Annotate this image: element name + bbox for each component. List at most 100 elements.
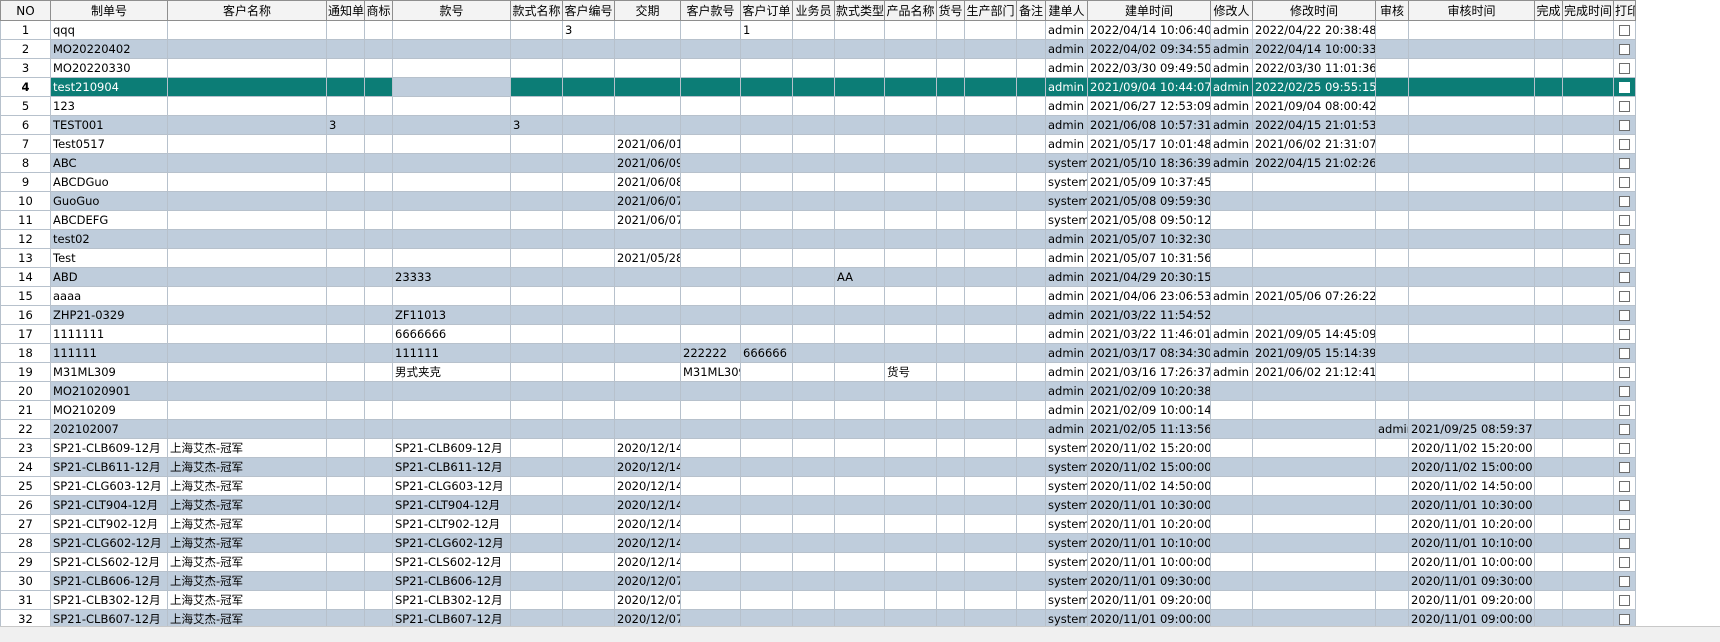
cell-notice[interactable]	[326, 248, 365, 268]
cell-product-name[interactable]	[884, 381, 937, 401]
cell-remark[interactable]	[1016, 191, 1046, 211]
cell-style-name[interactable]	[510, 77, 563, 97]
cell-customer-style-no[interactable]	[680, 210, 741, 230]
cell-completed-time[interactable]	[1562, 438, 1614, 458]
cell-due-date[interactable]	[614, 96, 681, 116]
cell-customer-code[interactable]	[562, 419, 615, 439]
cell-completed[interactable]	[1534, 229, 1563, 249]
cell-order-no[interactable]: ABCDGuo	[50, 172, 168, 192]
cell-completed-time[interactable]	[1562, 552, 1614, 572]
cell-remark[interactable]	[1016, 609, 1046, 626]
cell-reviewed-time[interactable]: 2020/11/01 10:20:00	[1408, 514, 1535, 534]
print-checkbox[interactable]	[1619, 500, 1630, 511]
cell-item-no[interactable]	[936, 533, 965, 553]
cell-customer-code[interactable]	[562, 229, 615, 249]
cell-brand[interactable]	[364, 324, 393, 344]
cell-completed[interactable]	[1534, 20, 1563, 40]
cell-completed-time[interactable]	[1562, 267, 1614, 287]
cell-production-dept[interactable]	[964, 229, 1017, 249]
cell-due-date[interactable]	[614, 267, 681, 287]
cell-notice[interactable]: 3	[326, 115, 365, 135]
cell-remark[interactable]	[1016, 457, 1046, 477]
cell-product-name[interactable]	[884, 305, 937, 325]
cell-style-type[interactable]	[834, 457, 885, 477]
cell-style-name[interactable]	[510, 134, 563, 154]
cell-product-name[interactable]	[884, 20, 937, 40]
cell-brand[interactable]	[364, 381, 393, 401]
cell-due-date[interactable]	[614, 400, 681, 420]
cell-customer-order[interactable]	[740, 39, 793, 59]
cell-completed-time[interactable]	[1562, 305, 1614, 325]
cell-style-name[interactable]	[510, 400, 563, 420]
cell-created-time[interactable]: 2021/04/06 23:06:53	[1087, 286, 1211, 306]
cell-brand[interactable]	[364, 514, 393, 534]
cell-customer-order[interactable]: 1	[740, 20, 793, 40]
cell-customer-style-no[interactable]	[680, 590, 741, 610]
cell-customer-order[interactable]	[740, 115, 793, 135]
cell-customer-order[interactable]	[740, 134, 793, 154]
column-header-style-no[interactable]: 款号	[392, 0, 511, 21]
cell-notice[interactable]	[326, 476, 365, 496]
row-number[interactable]: 28	[0, 533, 51, 553]
cell-customer-order[interactable]	[740, 533, 793, 553]
cell-style-no[interactable]: 男式夹克	[392, 362, 511, 382]
cell-modifier[interactable]	[1210, 457, 1253, 477]
table-row[interactable]: 26 SP21-CLT904-12月 上海艾杰-冠军 SP21-CLT904-12月 2…	[0, 495, 1636, 515]
cell-item-no[interactable]	[936, 400, 965, 420]
cell-due-date[interactable]: 2021/06/01	[614, 134, 681, 154]
column-header-modifier[interactable]: 修改人	[1210, 0, 1253, 21]
cell-salesperson[interactable]	[792, 609, 835, 626]
cell-customer-order[interactable]	[740, 609, 793, 626]
cell-remark[interactable]	[1016, 324, 1046, 344]
cell-creator[interactable]: admin	[1045, 419, 1088, 439]
cell-modifier[interactable]: admin	[1210, 58, 1253, 78]
cell-reviewed-time[interactable]	[1408, 77, 1535, 97]
cell-salesperson[interactable]	[792, 438, 835, 458]
cell-created-time[interactable]: 2020/11/01 09:00:00	[1087, 609, 1211, 626]
row-number[interactable]: 2	[0, 39, 51, 59]
cell-production-dept[interactable]	[964, 533, 1017, 553]
cell-created-time[interactable]: 2021/05/10 18:36:39	[1087, 153, 1211, 173]
cell-brand[interactable]	[364, 229, 393, 249]
cell-modifier[interactable]	[1210, 514, 1253, 534]
print-checkbox[interactable]	[1619, 443, 1630, 454]
print-checkbox[interactable]	[1619, 177, 1630, 188]
print-checkbox[interactable]	[1619, 481, 1630, 492]
table-row[interactable]: 23 SP21-CLB609-12月 上海艾杰-冠军 SP21-CLB609-12月 2…	[0, 438, 1636, 458]
cell-reviewed-time[interactable]	[1408, 153, 1535, 173]
cell-customer-code[interactable]	[562, 286, 615, 306]
cell-production-dept[interactable]	[964, 134, 1017, 154]
column-header-customer-order[interactable]: 客户订单	[740, 0, 793, 21]
cell-order-no[interactable]: 202102007	[50, 419, 168, 439]
cell-style-name[interactable]	[510, 191, 563, 211]
cell-reviewer[interactable]	[1375, 400, 1409, 420]
cell-completed[interactable]	[1534, 400, 1563, 420]
cell-modified-time[interactable]	[1252, 552, 1376, 572]
cell-customer-code[interactable]	[562, 438, 615, 458]
cell-customer-style-no[interactable]	[680, 609, 741, 626]
cell-product-name[interactable]	[884, 533, 937, 553]
cell-customer-order[interactable]	[740, 552, 793, 572]
cell-reviewed-time[interactable]	[1408, 20, 1535, 40]
cell-style-name[interactable]	[510, 286, 563, 306]
cell-completed-time[interactable]	[1562, 172, 1614, 192]
cell-creator[interactable]: system	[1045, 210, 1088, 230]
cell-completed-time[interactable]	[1562, 495, 1614, 515]
cell-modified-time[interactable]: 2021/06/02 21:31:07	[1252, 134, 1376, 154]
cell-item-no[interactable]	[936, 134, 965, 154]
cell-style-name[interactable]	[510, 571, 563, 591]
cell-modified-time[interactable]	[1252, 381, 1376, 401]
cell-item-no[interactable]	[936, 248, 965, 268]
table-row[interactable]: 11 ABCDEFG 2021/06/07 system 2021/05/08 09:5…	[0, 210, 1636, 230]
cell-reviewer[interactable]	[1375, 343, 1409, 363]
cell-style-no[interactable]	[392, 77, 511, 97]
cell-customer-code[interactable]	[562, 476, 615, 496]
cell-item-no[interactable]	[936, 229, 965, 249]
print-checkbox[interactable]	[1619, 120, 1630, 131]
cell-item-no[interactable]	[936, 172, 965, 192]
cell-modifier[interactable]	[1210, 248, 1253, 268]
cell-customer-name[interactable]	[167, 305, 327, 325]
cell-style-name[interactable]	[510, 305, 563, 325]
cell-style-no[interactable]	[392, 191, 511, 211]
cell-created-time[interactable]: 2021/05/07 10:31:56	[1087, 248, 1211, 268]
